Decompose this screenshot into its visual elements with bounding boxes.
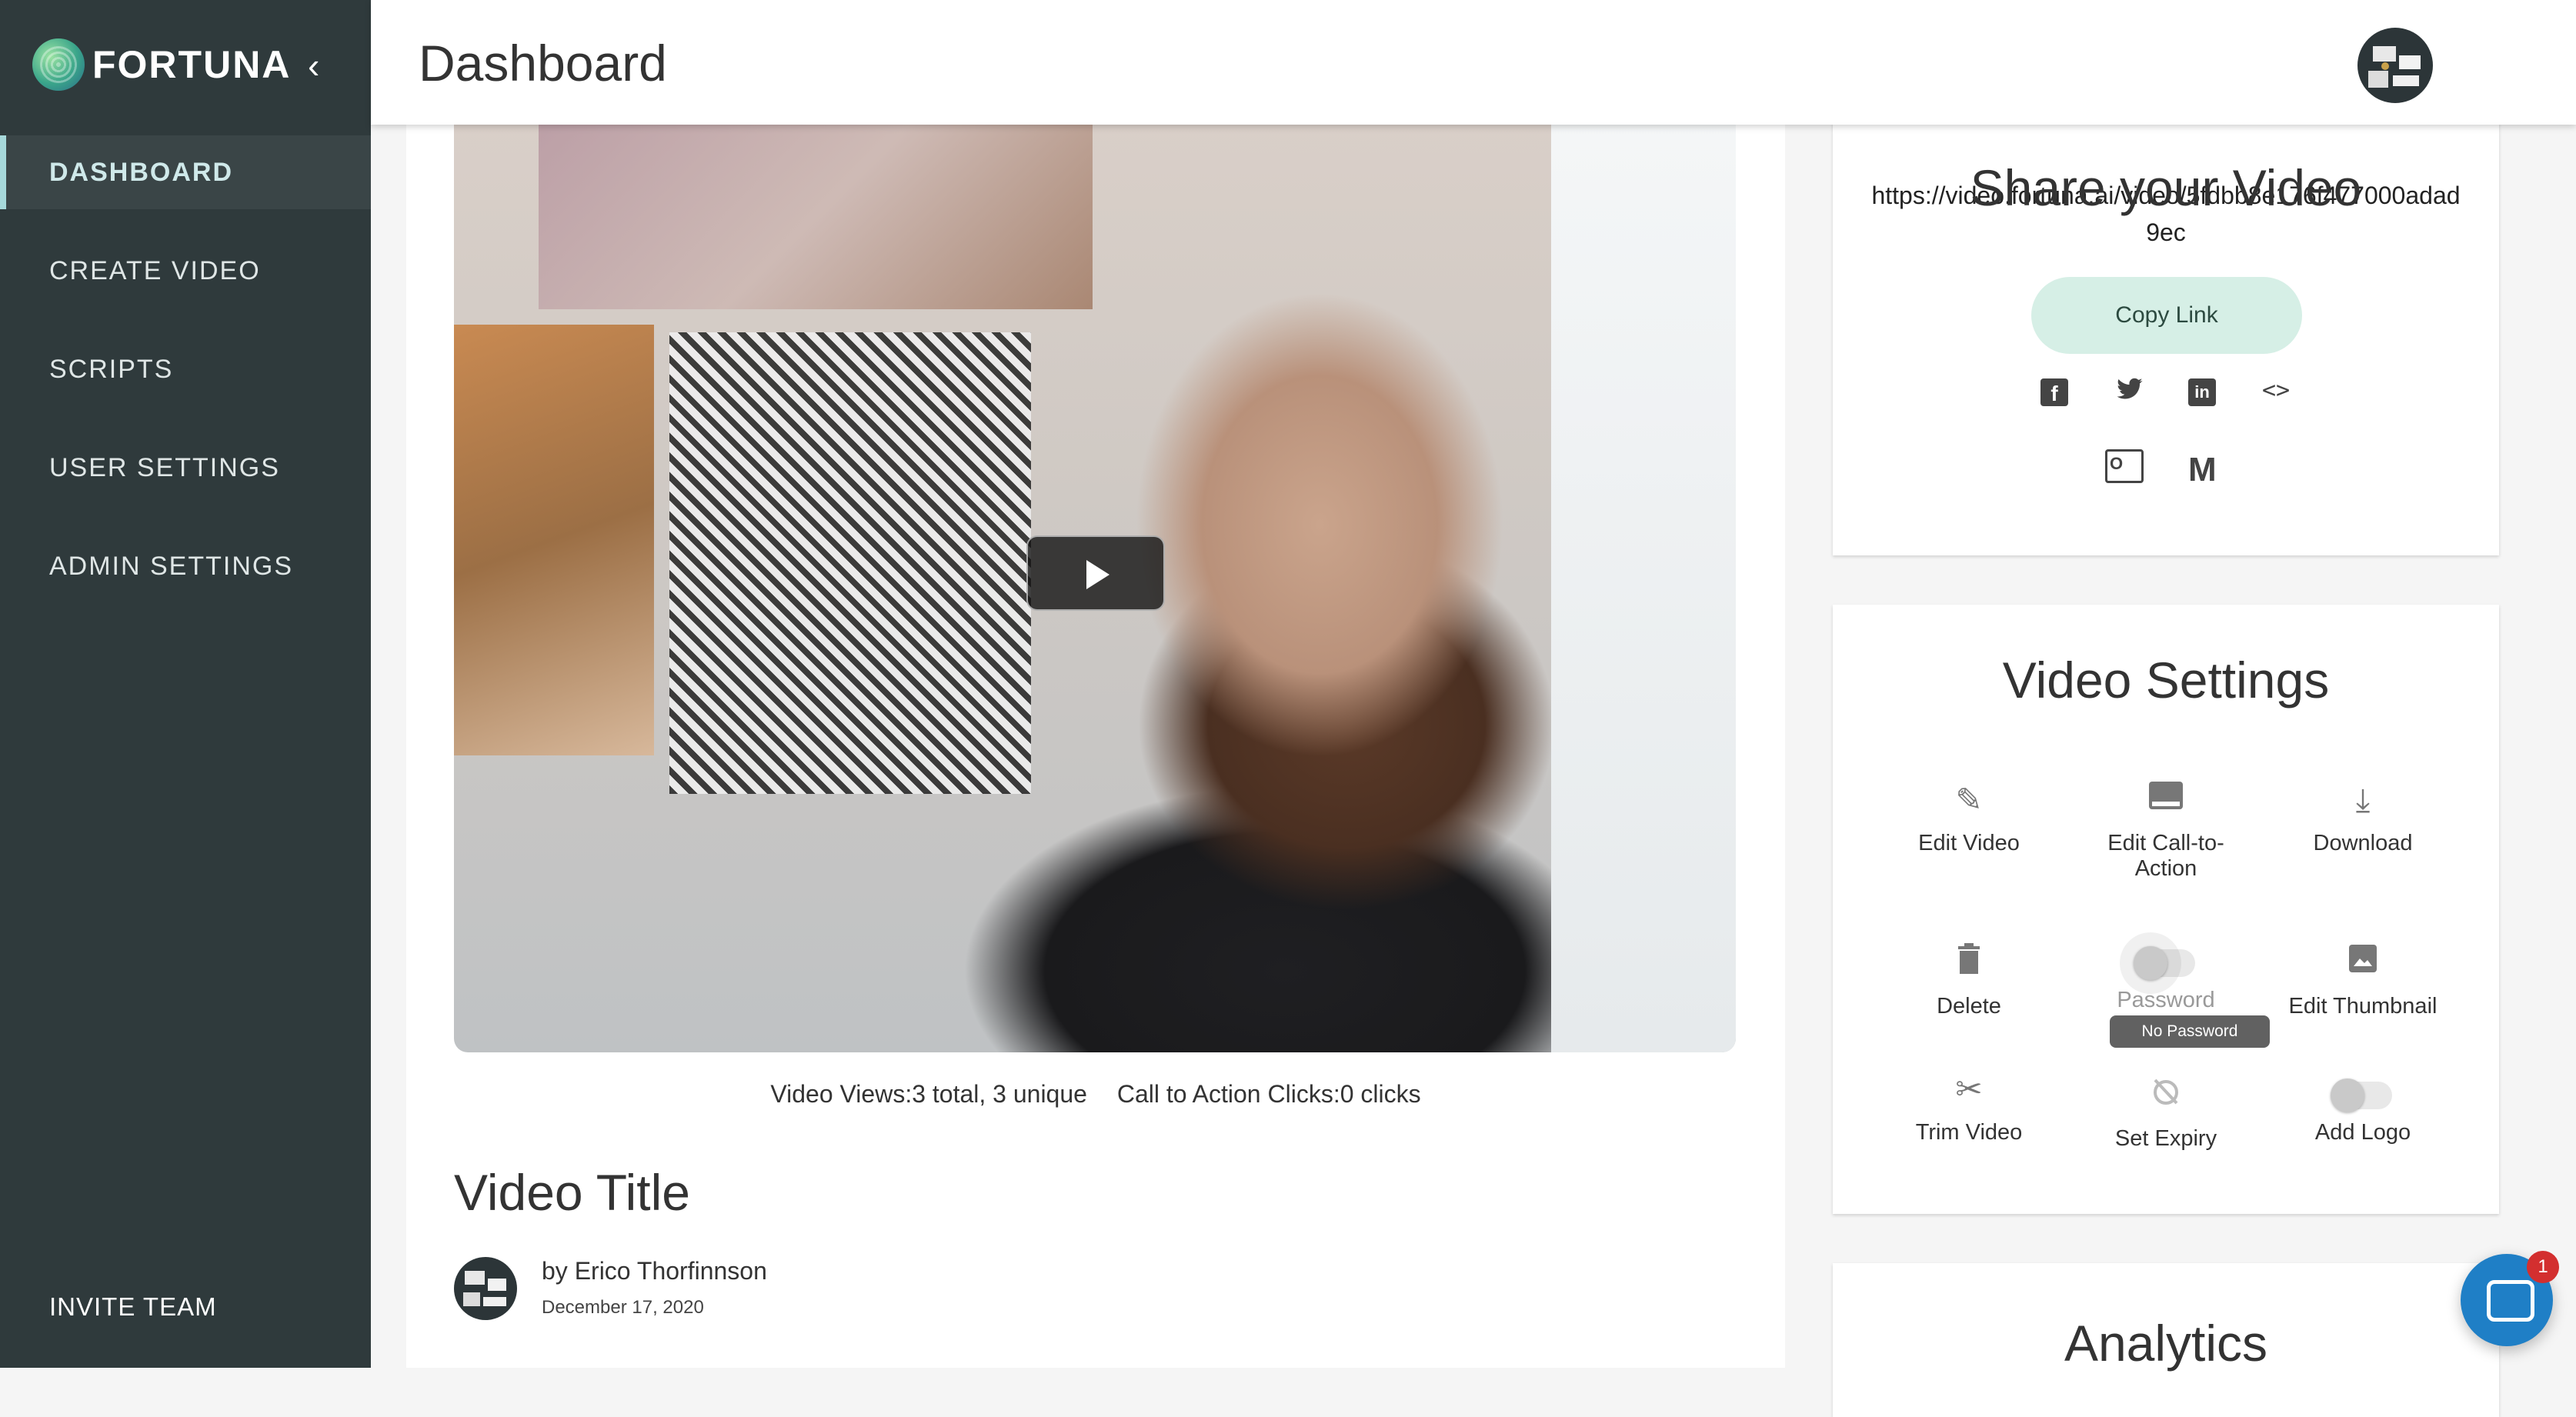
outlook-icon[interactable] xyxy=(2105,449,2144,483)
header: Dashboard xyxy=(371,0,2576,125)
sidebar-item-label: SCRIPTS xyxy=(49,354,174,384)
page-title: Dashboard xyxy=(419,35,667,92)
setting-label: Edit Video xyxy=(1918,831,2020,855)
edit-cta-button[interactable]: Edit Call-to-Action xyxy=(2077,780,2254,882)
brand-name: FORTUNA xyxy=(92,43,292,86)
call-to-action-icon xyxy=(2143,780,2189,820)
alarm-off-icon xyxy=(2143,1075,2189,1115)
scissors-icon: ✂ xyxy=(1955,1071,1983,1107)
video-frame-art xyxy=(539,125,1093,309)
sidebar-item-label: USER SETTINGS xyxy=(49,452,280,482)
facebook-icon[interactable]: f xyxy=(2040,378,2068,406)
sidebar-item-label: ADMIN SETTINGS xyxy=(49,551,294,581)
fortuna-logo-icon xyxy=(32,38,85,91)
settings-heading: Video Settings xyxy=(2002,652,2330,708)
sidebar-item-user-settings[interactable]: USER SETTINGS xyxy=(0,431,371,505)
invite-team-link[interactable]: INVITE TEAM xyxy=(49,1292,217,1322)
gmail-icon[interactable]: M xyxy=(2188,451,2217,489)
trim-video-button[interactable]: ✂ Trim Video xyxy=(1880,1069,2057,1145)
trash-icon xyxy=(1946,943,1992,983)
analytics-card: Analytics xyxy=(1833,1263,2499,1417)
add-logo-toggle[interactable]: Add Logo xyxy=(2274,1079,2451,1145)
author-name: by Erico Thorfinnson xyxy=(542,1257,767,1285)
play-button[interactable] xyxy=(1026,535,1165,611)
video-title: Video Title xyxy=(454,1164,690,1221)
edit-thumbnail-button[interactable]: Edit Thumbnail xyxy=(2274,943,2451,1019)
setting-label: Download xyxy=(2313,831,2413,855)
sidebar-item-create-video[interactable]: CREATE VIDEO xyxy=(0,234,371,308)
password-switch[interactable] xyxy=(2120,932,2195,994)
add-logo-switch[interactable] xyxy=(2331,1079,2392,1112)
sidebar: FORTUNA ‹ DASHBOARD CREATE VIDEO SCRIPTS… xyxy=(0,0,371,1368)
video-frame-art xyxy=(454,325,654,755)
video-date: December 17, 2020 xyxy=(542,1297,704,1318)
brand[interactable]: FORTUNA xyxy=(32,38,291,91)
embed-code-icon[interactable]: <> xyxy=(2261,375,2291,406)
video-frame-art xyxy=(669,332,1031,794)
password-toggle[interactable]: Password xyxy=(2077,932,2254,1013)
avatar[interactable] xyxy=(2357,28,2433,103)
download-icon: ⤓ xyxy=(2355,782,2371,818)
video-views: Video Views:3 total, 3 unique xyxy=(770,1080,1087,1108)
share-heading: Share your Video xyxy=(1970,159,2362,216)
linkedin-icon[interactable]: in xyxy=(2188,378,2216,406)
delete-button[interactable]: Delete xyxy=(1880,943,2057,1019)
author-avatar xyxy=(454,1257,517,1320)
twitter-icon[interactable] xyxy=(2114,375,2145,406)
setting-label: Delete xyxy=(1937,994,2001,1019)
copy-link-button[interactable]: Copy Link xyxy=(2031,277,2302,354)
set-expiry-button[interactable]: Set Expiry xyxy=(2077,1075,2254,1152)
sidebar-item-dashboard[interactable]: DASHBOARD xyxy=(0,135,371,209)
edit-video-button[interactable]: ✎ Edit Video xyxy=(1880,780,2057,856)
image-icon xyxy=(2340,943,2386,983)
chat-notification-badge: 1 xyxy=(2527,1251,2559,1283)
cta-clicks: Call to Action Clicks:0 clicks xyxy=(1116,1080,1421,1108)
setting-label: Edit Thumbnail xyxy=(2288,994,2438,1019)
password-tooltip: No Password xyxy=(2110,1015,2270,1048)
setting-label: Add Logo xyxy=(2314,1120,2411,1145)
sidebar-item-scripts[interactable]: SCRIPTS xyxy=(0,332,371,406)
setting-label: Edit Call-to-Action xyxy=(2107,831,2224,881)
sidebar-item-admin-settings[interactable]: ADMIN SETTINGS xyxy=(0,529,371,603)
sidebar-item-label: CREATE VIDEO xyxy=(49,255,261,285)
video-frame-window xyxy=(1551,125,1736,1052)
setting-label: Set Expiry xyxy=(2114,1126,2217,1151)
analytics-heading: Analytics xyxy=(2064,1315,2268,1372)
pencil-icon: ✎ xyxy=(1955,782,1983,818)
download-button[interactable]: ⤓ Download xyxy=(2274,780,2451,856)
setting-label: Password xyxy=(2117,988,2215,1012)
sidebar-item-label: DASHBOARD xyxy=(49,157,233,187)
video-stats: Video Views:3 total, 3 unique Call to Ac… xyxy=(406,1080,1785,1109)
collapse-sidebar-icon[interactable]: ‹ xyxy=(308,48,319,83)
setting-label: Trim Video xyxy=(1915,1120,2023,1145)
